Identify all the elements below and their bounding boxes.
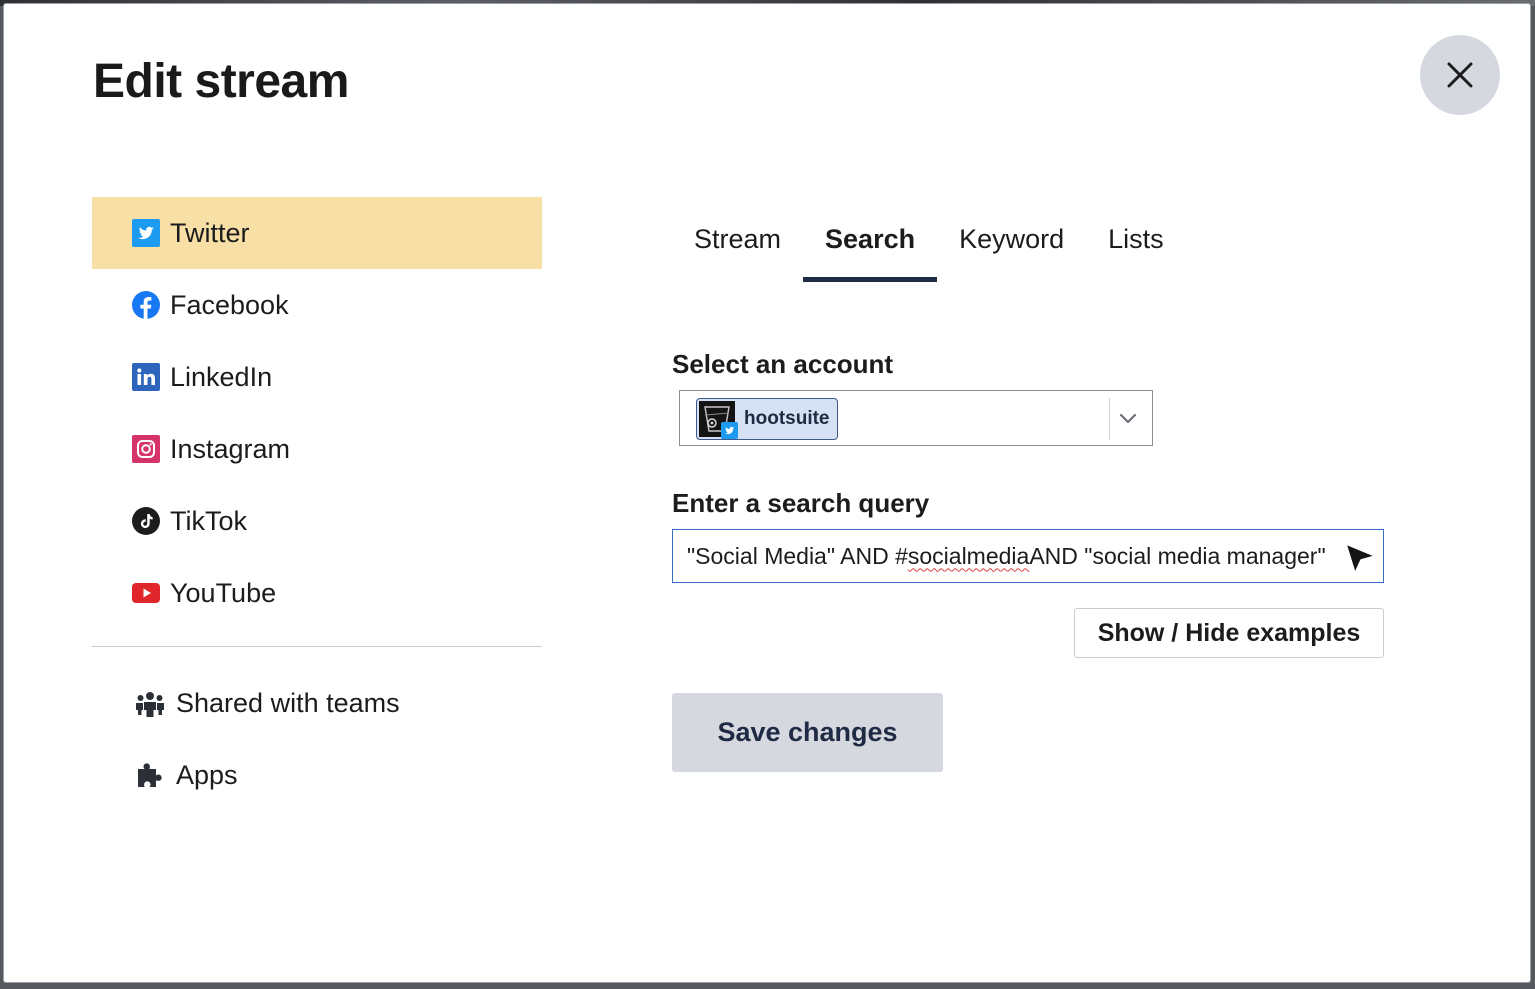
close-icon [1447,62,1473,88]
account-dropdown-toggle[interactable] [1109,398,1146,440]
sidebar-item-label: Shared with teams [176,687,400,718]
facebook-icon [132,291,160,319]
edit-stream-modal: Edit stream Twitter Facebook LinkedIn In… [4,4,1530,982]
query-text-spellcheck: socialmedia [907,542,1030,569]
mouse-pointer-icon [1345,543,1376,574]
tab-stream[interactable]: Stream [672,216,803,282]
tiktok-icon [132,507,160,535]
show-hide-examples-button[interactable]: Show / Hide examples [1074,608,1384,658]
search-query-input[interactable]: "Social Media" AND # socialmedia AND "soc… [672,529,1384,583]
network-sidebar: Twitter Facebook LinkedIn Instagram TikT… [92,197,542,811]
twitter-badge-icon [721,422,738,439]
tab-lists[interactable]: Lists [1086,216,1186,282]
account-select[interactable]: hootsuite [679,390,1153,446]
account-label: Select an account [672,349,894,379]
sidebar-item-label: LinkedIn [170,361,273,392]
sidebar-item-label: Twitter [170,217,250,248]
youtube-icon [132,579,160,607]
sidebar-item-label: Apps [176,759,238,790]
instagram-icon [132,435,160,463]
tab-keyword[interactable]: Keyword [937,216,1086,282]
query-label: Enter a search query [672,488,930,518]
linkedin-icon [132,363,160,391]
tab-search[interactable]: Search [803,216,938,282]
query-text-start: "Social Media" AND # [687,542,908,569]
modal-title: Edit stream [93,55,349,108]
sidebar-item-instagram[interactable]: Instagram [92,413,542,485]
puzzle-icon [134,759,166,791]
sidebar-item-label: Facebook [170,289,289,320]
sidebar-item-shared-with-teams[interactable]: Shared with teams [92,667,542,739]
account-avatar [699,401,738,439]
sidebar-item-facebook[interactable]: Facebook [92,269,542,341]
sidebar-item-label: YouTube [170,577,277,608]
sidebar-item-apps[interactable]: Apps [92,739,542,811]
account-chip[interactable]: hootsuite [696,398,838,440]
account-chip-label: hootsuite [744,408,830,429]
twitter-icon [132,219,160,247]
query-text-end: AND "social media manager" [1029,542,1326,569]
team-icon [134,687,166,719]
sidebar-item-tiktok[interactable]: TikTok [92,485,542,557]
sidebar-item-label: Instagram [170,433,291,464]
chevron-down-icon [1119,413,1137,424]
sidebar-item-linkedin[interactable]: LinkedIn [92,341,542,413]
save-changes-button[interactable]: Save changes [672,693,943,772]
sidebar-divider [92,646,542,647]
sidebar-item-label: TikTok [170,505,248,536]
stream-type-tabs: Stream Search Keyword Lists [672,216,1186,282]
close-button[interactable] [1420,35,1500,115]
sidebar-item-twitter[interactable]: Twitter [92,197,542,269]
sidebar-item-youtube[interactable]: YouTube [92,557,542,629]
